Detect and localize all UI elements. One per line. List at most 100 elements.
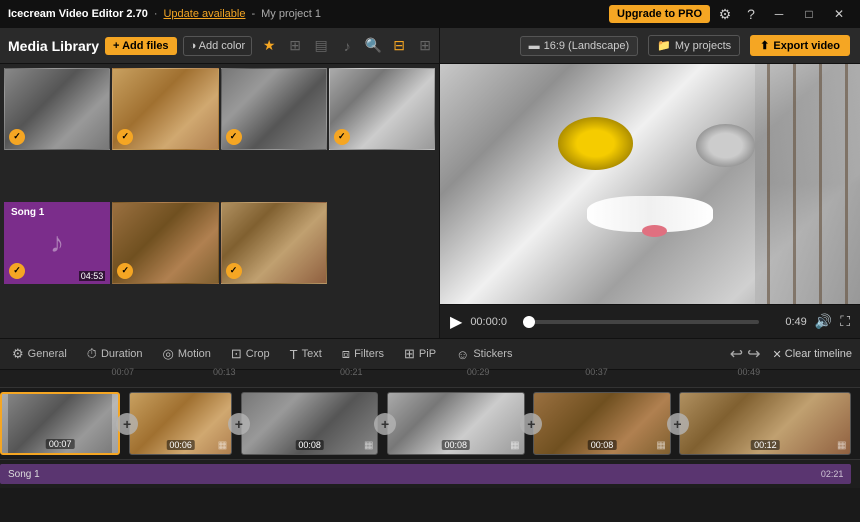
progress-bar[interactable] xyxy=(523,320,758,324)
ruler-mark-1: 00:07 xyxy=(112,367,135,377)
title-bar: Icecream Video Editor 2.70 · Update avai… xyxy=(0,0,860,28)
grid-icon[interactable]: ⊞ xyxy=(284,35,306,57)
grid-view-icon[interactable]: ⊟ xyxy=(388,35,410,57)
undo-button[interactable]: ↩ xyxy=(730,344,743,364)
help-icon[interactable]: ? xyxy=(740,3,762,25)
clip-duration-3: 00:08 xyxy=(295,440,324,450)
text-icon: T xyxy=(290,347,298,362)
bar-2 xyxy=(793,64,796,304)
cat-eye-right xyxy=(696,124,755,167)
my-projects-button[interactable]: 📁 My projects xyxy=(648,35,740,56)
timeline-toolbar: ⚙ General ⏱ Duration ◎ Motion ⊡ Crop T T… xyxy=(0,338,860,370)
media-thumb-song[interactable]: Song 1 ♪ ✓ 04:53 xyxy=(4,202,110,284)
filmstrip-icon-6: ▦ xyxy=(837,440,846,451)
total-time-display: 0:49 xyxy=(767,316,807,328)
preview-right-buttons: 🔊 ⛶ xyxy=(815,313,850,330)
thumb-check-2: ✓ xyxy=(117,129,133,145)
ruler-mark-5: 00:37 xyxy=(585,367,608,377)
media-thumb-3[interactable]: ✓ xyxy=(221,68,327,150)
add-color-button[interactable]: ◑ Add color xyxy=(183,36,253,56)
text-tool[interactable]: T Text xyxy=(286,345,326,364)
progress-thumb[interactable] xyxy=(523,316,535,328)
export-icon: ⬆ xyxy=(760,39,769,52)
bar-3 xyxy=(819,64,822,304)
cat-nose xyxy=(642,225,667,237)
search-icon[interactable]: 🔍 xyxy=(362,35,384,57)
clip-duration-4: 00:08 xyxy=(442,440,471,450)
music-note-icon: ♪ xyxy=(50,227,64,259)
media-grid: ✓ ✓ ✓ ✓ Song 1 ♪ ✓ 04:53 xyxy=(0,64,439,338)
duration-tool[interactable]: ⏱ Duration xyxy=(83,344,147,364)
thumb-check-1: ✓ xyxy=(9,129,25,145)
timeline-clip-5[interactable]: ▦ 00:08 xyxy=(533,392,671,455)
settings-icon[interactable]: ⚙ xyxy=(714,3,736,25)
list-view-icon[interactable]: ⊞ xyxy=(414,35,436,57)
timeline-ruler: 00:07 00:13 00:21 00:29 00:37 00:49 xyxy=(0,370,860,388)
gear-small-icon: ⚙ xyxy=(12,346,24,362)
minimize-button[interactable]: ─ xyxy=(766,3,792,25)
media-thumb-2[interactable]: ✓ xyxy=(112,68,218,150)
clip-duration-6: 00:12 xyxy=(751,440,780,450)
timeline-clip-3[interactable]: ▦ 00:08 xyxy=(241,392,379,455)
add-between-1-2[interactable]: + xyxy=(116,413,138,435)
undo-redo-group: ↩ ↪ xyxy=(730,344,761,364)
ruler-mark-4: 00:29 xyxy=(467,367,490,377)
separator: · xyxy=(154,8,158,20)
ruler-mark-2: 00:13 xyxy=(213,367,236,377)
cat-eye-left xyxy=(558,117,634,170)
video-preview-frame xyxy=(440,64,860,304)
preview-section: ▬ 16:9 (Landscape) 📁 My projects ⬆ Expor… xyxy=(440,28,860,338)
clear-timeline-button[interactable]: ✕ Clear timeline xyxy=(773,348,852,361)
general-tool[interactable]: ⚙ General xyxy=(8,344,71,364)
media-thumb-4[interactable]: ✓ xyxy=(329,68,435,150)
redo-button[interactable]: ↪ xyxy=(747,344,760,364)
media-thumb-6[interactable]: ✓ xyxy=(221,202,327,284)
clip-duration-1: 00:07 xyxy=(46,439,75,449)
filters-icon: ⧈ xyxy=(342,346,350,362)
add-between-4-5[interactable]: + xyxy=(520,413,542,435)
fullscreen-icon[interactable]: ⛶ xyxy=(840,313,850,330)
clip-handle-left-1[interactable] xyxy=(2,394,8,453)
add-between-3-4[interactable]: + xyxy=(374,413,396,435)
crop-tool[interactable]: ⊡ Crop xyxy=(227,344,274,364)
close-button[interactable]: ✕ xyxy=(826,3,852,25)
add-between-5-6[interactable]: + xyxy=(667,413,689,435)
timeline-clip-2[interactable]: ▦ 00:06 xyxy=(129,392,232,455)
aspect-ratio-icon: ▬ xyxy=(529,40,540,52)
image-icon[interactable]: ▤ xyxy=(310,35,332,57)
add-files-button[interactable]: + Add files xyxy=(105,37,177,55)
export-video-button[interactable]: ⬆ Export video xyxy=(750,35,850,56)
clock-icon: ⏱ xyxy=(87,346,97,362)
audio-track-bar[interactable]: Song 1 02:21 xyxy=(0,464,851,484)
timeline-clip-1[interactable]: 00:07 xyxy=(0,392,120,455)
timeline-clip-4[interactable]: ▦ 00:08 xyxy=(387,392,525,455)
filmstrip-icon-3: ▦ xyxy=(364,440,373,451)
timeline-section: ⚙ General ⏱ Duration ◎ Motion ⊡ Crop T T… xyxy=(0,338,860,522)
update-link[interactable]: Update available xyxy=(163,8,245,20)
media-thumb-5[interactable]: ✓ xyxy=(112,202,218,284)
filters-tool[interactable]: ⧈ Filters xyxy=(338,344,388,364)
title-bar-right: Upgrade to PRO ⚙ ? ─ □ ✕ xyxy=(609,3,852,25)
timeline-clip-6[interactable]: ▦ 00:12 xyxy=(679,392,851,455)
volume-icon[interactable]: 🔊 xyxy=(815,313,832,330)
ruler-marks: 00:07 00:13 00:21 00:29 00:37 00:49 xyxy=(10,367,856,385)
motion-tool[interactable]: ◎ Motion xyxy=(159,344,215,364)
stickers-tool[interactable]: ☺ Stickers xyxy=(452,345,516,364)
maximize-button[interactable]: □ xyxy=(796,3,822,25)
pip-icon: ⊞ xyxy=(404,346,415,362)
filmstrip-icon-4: ▦ xyxy=(510,440,519,451)
star-icon[interactable]: ★ xyxy=(258,35,280,57)
pip-tool[interactable]: ⊞ PiP xyxy=(400,344,440,364)
thumb-check-3: ✓ xyxy=(226,129,242,145)
video-track: 00:07 + ▦ 00:06 + ▦ 00:08 + ▦ 00 xyxy=(0,388,860,460)
upgrade-button[interactable]: Upgrade to PRO xyxy=(609,5,710,23)
ruler-mark-6: 00:49 xyxy=(738,367,761,377)
preview-controls: ▶ 00:00:0 0:49 🔊 ⛶ xyxy=(440,304,860,338)
aspect-ratio-button[interactable]: ▬ 16:9 (Landscape) xyxy=(520,36,639,56)
media-thumb-1[interactable]: ✓ xyxy=(4,68,110,150)
play-button[interactable]: ▶ xyxy=(450,312,462,332)
add-between-2-3[interactable]: + xyxy=(228,413,250,435)
filmstrip-icon-5: ▦ xyxy=(656,440,665,451)
circle-icon: ◑ xyxy=(190,40,197,52)
music-icon[interactable]: ♪ xyxy=(336,35,358,57)
